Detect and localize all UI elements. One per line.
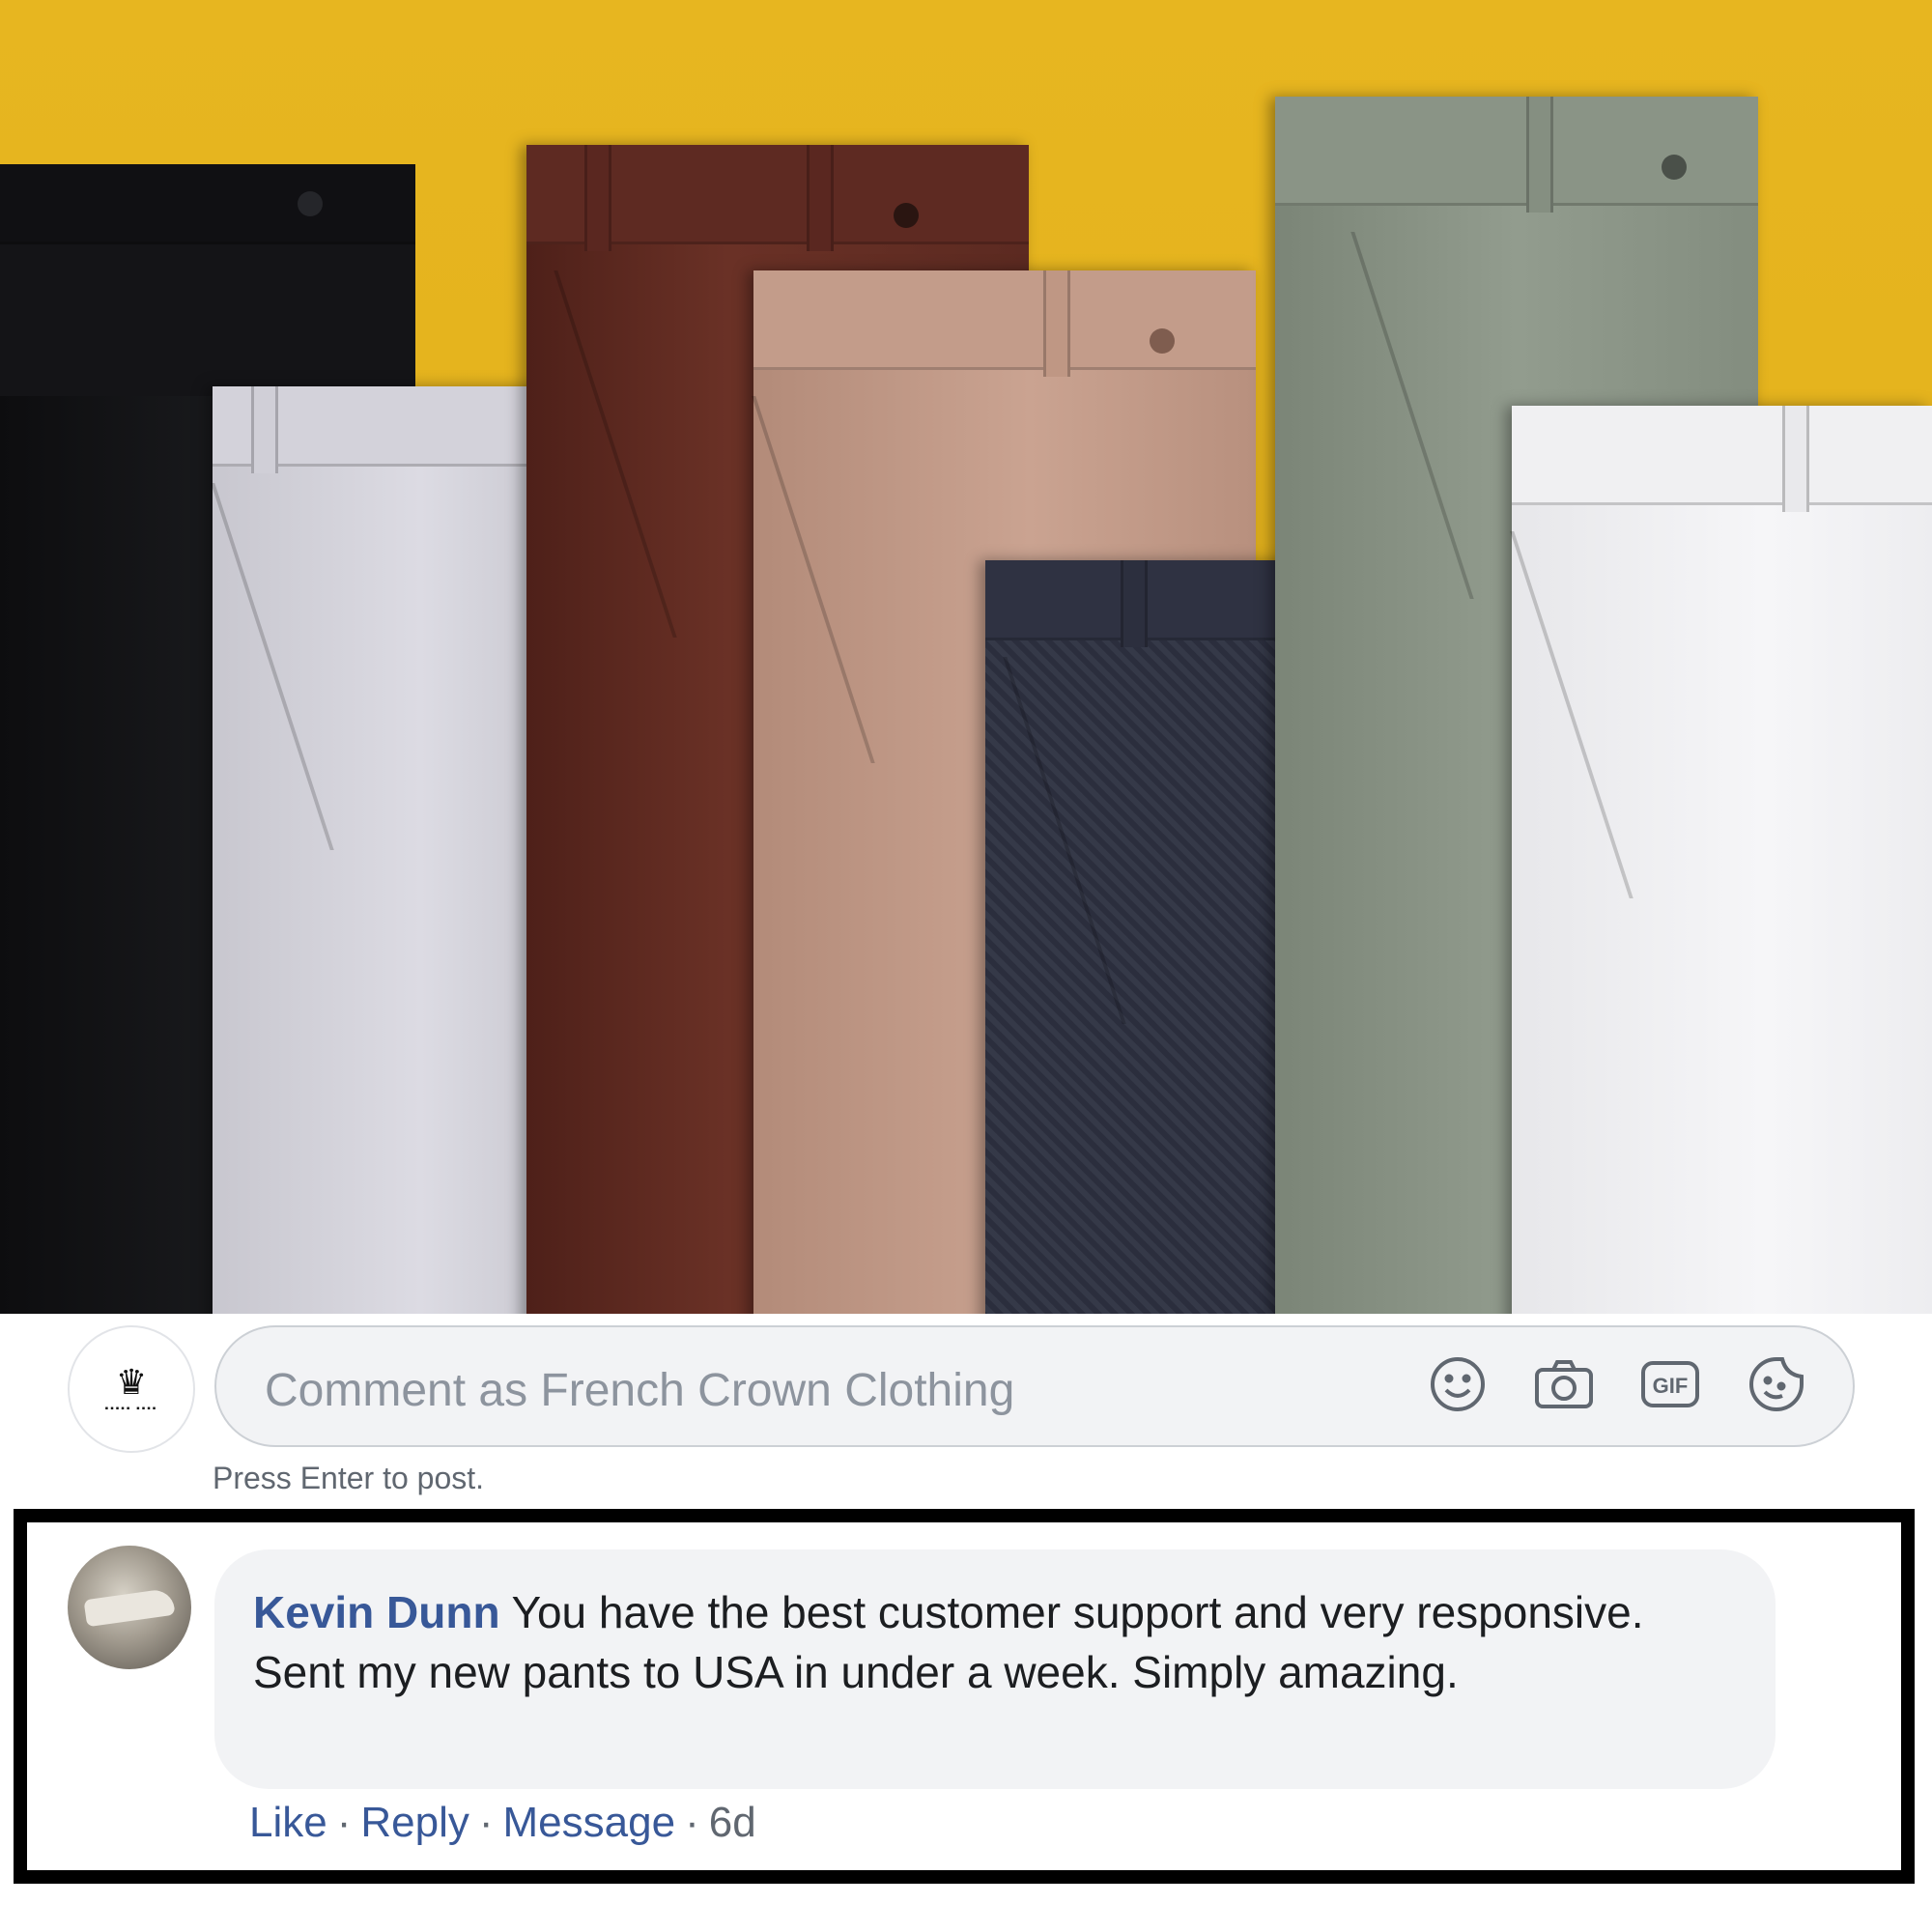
avatar-photo-detail bbox=[83, 1587, 176, 1628]
user-avatar[interactable] bbox=[68, 1546, 191, 1669]
message-link[interactable]: Message bbox=[503, 1799, 676, 1846]
gif-label: GIF bbox=[1653, 1374, 1689, 1398]
trouser-white bbox=[1510, 406, 1932, 1352]
reply-link[interactable]: Reply bbox=[360, 1799, 469, 1846]
page-avatar[interactable]: ♛ ▪▪▪▪▪ ▪▪▪▪ bbox=[68, 1325, 195, 1453]
smiley-icon[interactable] bbox=[1428, 1354, 1488, 1414]
press-enter-hint: Press Enter to post. bbox=[213, 1461, 485, 1495]
comment-bubble: Kevin Dunn You have the best customer su… bbox=[214, 1549, 1776, 1789]
comment-input[interactable]: Comment as French Crown Clothing GIF bbox=[214, 1325, 1855, 1447]
gif-icon[interactable]: GIF bbox=[1640, 1354, 1700, 1414]
trouser-light-grey bbox=[211, 386, 560, 1352]
camera-icon[interactable] bbox=[1534, 1354, 1594, 1414]
comment-timestamp[interactable]: 6d bbox=[709, 1799, 756, 1846]
crown-logo-icon: ♛ bbox=[115, 1361, 148, 1402]
comment-author[interactable]: Kevin Dunn bbox=[253, 1587, 500, 1637]
separator: · bbox=[478, 1799, 494, 1846]
sticker-icon[interactable] bbox=[1747, 1354, 1806, 1414]
trouser-black-waist bbox=[0, 164, 415, 396]
composer-icons: GIF bbox=[1428, 1354, 1806, 1414]
comment-actions: Like · Reply · Message · 6d bbox=[249, 1799, 756, 1847]
separator: · bbox=[336, 1799, 352, 1846]
logo-wordmark: ▪▪▪▪▪ ▪▪▪▪ bbox=[104, 1403, 158, 1414]
like-link[interactable]: Like bbox=[249, 1799, 327, 1846]
comment-input-placeholder: Comment as French Crown Clothing bbox=[265, 1365, 1015, 1416]
separator: · bbox=[685, 1799, 699, 1846]
